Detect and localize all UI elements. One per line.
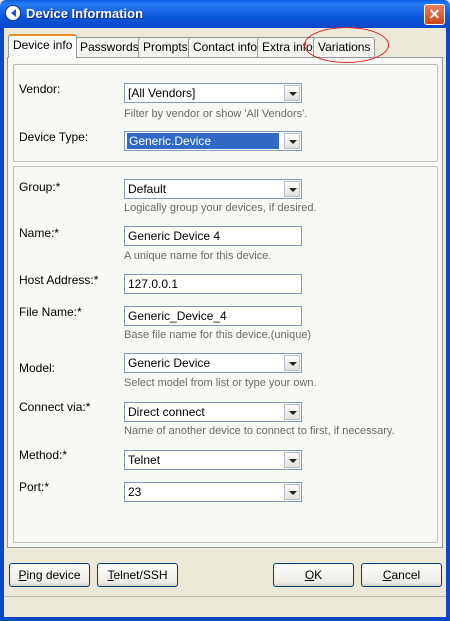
window-title: Device Information — [26, 6, 144, 21]
vendor-value: [All Vendors] — [128, 86, 196, 100]
ok-label: K — [314, 568, 323, 582]
device-type-select[interactable]: Generic.Device — [124, 131, 302, 151]
status-bar — [4, 596, 446, 617]
ping-device-button[interactable]: Ping device — [9, 563, 90, 587]
file-name-value: Generic_Device_4 — [128, 309, 227, 323]
app-icon — [5, 5, 21, 21]
connect-via-select[interactable]: Direct connect — [124, 402, 302, 422]
chevron-down-icon[interactable] — [284, 355, 300, 371]
ok-button[interactable]: OK — [273, 563, 354, 587]
chevron-down-icon[interactable] — [284, 85, 300, 101]
file-name-input[interactable]: Generic_Device_4 — [124, 306, 302, 326]
model-label: Model: — [19, 361, 56, 375]
connect-via-hint: Name of another device to connect to fir… — [124, 425, 395, 437]
device-details-group: Group:* Default Logically group your dev… — [13, 166, 438, 543]
tab-passwords[interactable]: Passwords — [75, 37, 144, 57]
group-hint: Logically group your devices, if desired… — [124, 202, 317, 214]
window-border-right — [446, 28, 450, 621]
chevron-down-icon[interactable] — [284, 484, 300, 500]
group-value: Default — [128, 182, 167, 196]
model-value: Generic Device — [128, 356, 211, 370]
cancel-label: ancel — [391, 568, 421, 582]
method-select[interactable]: Telnet — [124, 450, 302, 470]
model-select[interactable]: Generic Device — [124, 353, 302, 373]
vendor-group: Vendor: [All Vendors] Filter by vendor o… — [13, 64, 438, 162]
device-type-value: Generic.Device — [127, 133, 279, 149]
port-label: Port:* — [19, 480, 50, 494]
vendor-hint: Filter by vendor or show 'All Vendors'. — [124, 108, 308, 120]
telnet-label: elnet/SSH — [113, 568, 168, 582]
port-select[interactable]: 23 — [124, 482, 302, 502]
chevron-down-icon[interactable] — [284, 133, 300, 149]
tab-prompts[interactable]: Prompts — [138, 37, 193, 57]
host-address-value: 127.0.0.1 — [128, 277, 179, 291]
chevron-down-icon[interactable] — [284, 404, 300, 420]
host-address-label: Host Address:* — [19, 273, 99, 287]
cancel-button[interactable]: Cancel — [361, 563, 442, 587]
close-icon[interactable]: ✕ — [424, 4, 445, 25]
method-value: Telnet — [128, 453, 161, 467]
ok-accelerator: O — [304, 568, 315, 582]
window-border-left — [0, 28, 4, 621]
connect-via-label: Connect via:* — [19, 400, 91, 414]
group-label: Group:* — [19, 180, 61, 194]
name-input[interactable]: Generic Device 4 — [124, 226, 302, 246]
connect-via-value: Direct connect — [128, 405, 205, 419]
group-select[interactable]: Default — [124, 179, 302, 199]
annotation-circle — [304, 27, 389, 63]
name-value: Generic Device 4 — [128, 229, 221, 243]
port-value: 23 — [128, 485, 142, 499]
name-hint: A unique name for this device. — [124, 250, 272, 262]
chevron-down-icon[interactable] — [284, 181, 300, 197]
name-label: Name:* — [19, 226, 60, 240]
model-hint: Select model from list or type your own. — [124, 377, 317, 389]
chevron-down-icon[interactable] — [284, 452, 300, 468]
tab-device-info[interactable]: Device info — [8, 34, 78, 58]
device-info-panel: Vendor: [All Vendors] Filter by vendor o… — [7, 57, 443, 548]
host-address-input[interactable]: 127.0.0.1 — [124, 274, 302, 294]
telnet-ssh-button[interactable]: Telnet/SSH — [97, 563, 178, 587]
title-bar: Device Information ✕ — [0, 0, 450, 28]
device-type-label: Device Type: — [19, 130, 89, 144]
ping-label: ing device — [26, 568, 81, 582]
file-name-hint: Base file name for this device.(unique) — [124, 329, 312, 341]
file-name-label: File Name:* — [19, 305, 82, 319]
vendor-select[interactable]: [All Vendors] — [124, 83, 302, 103]
window-border-bottom — [0, 617, 450, 621]
tab-contact-info[interactable]: Contact info — [188, 37, 263, 57]
vendor-label: Vendor: — [19, 82, 61, 96]
method-label: Method:* — [19, 448, 68, 462]
